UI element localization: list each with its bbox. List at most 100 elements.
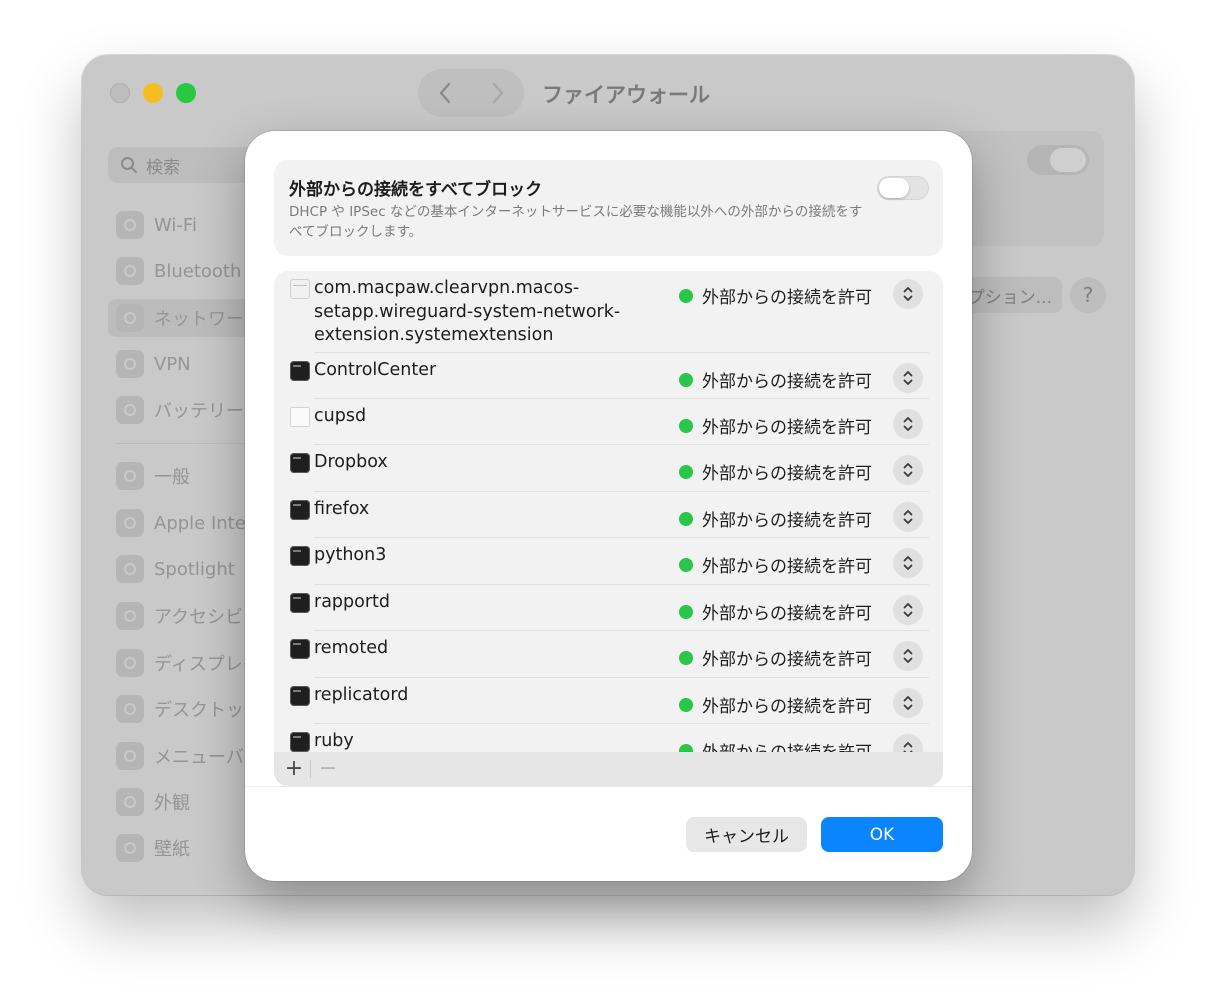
- sidebar-search-field[interactable]: 検索: [108, 147, 268, 183]
- cancel-button[interactable]: キャンセル: [686, 817, 807, 852]
- firewall-toggle[interactable]: [1027, 145, 1089, 175]
- app-row[interactable]: remoted 外部からの接続を許可: [274, 631, 943, 678]
- app-row[interactable]: ControlCenter 外部からの接続を許可: [274, 353, 943, 399]
- sun-icon: [116, 649, 144, 677]
- chevron-up-down-icon: [903, 556, 913, 570]
- sidebar-item[interactable]: 壁紙: [108, 829, 258, 867]
- app-row[interactable]: Dropbox 外部からの接続を許可: [274, 445, 943, 492]
- status-dot-icon: [679, 557, 693, 572]
- status-popup-button[interactable]: [893, 409, 923, 439]
- status-popup-button[interactable]: [893, 688, 923, 718]
- back-button[interactable]: [418, 69, 471, 117]
- status-dot-icon: [679, 697, 693, 712]
- app-name: firefox: [314, 499, 370, 519]
- sheet-separator: [245, 786, 972, 787]
- app-row[interactable]: firefox 外部からの接続を許可: [274, 492, 943, 538]
- help-button[interactable]: ?: [1070, 277, 1106, 313]
- sidebar-item-label: 一般: [154, 467, 190, 488]
- sidebar-item[interactable]: ネットワーク: [108, 299, 258, 337]
- sidebar-item[interactable]: メニューバー: [108, 737, 258, 775]
- status-popup-button[interactable]: [893, 502, 923, 532]
- chevron-up-down-icon: [903, 371, 913, 385]
- sidebar-item[interactable]: Apple Intelligence: [108, 504, 258, 542]
- chevron-up-down-icon: [903, 603, 913, 617]
- options-button[interactable]: オプション...: [962, 277, 1062, 313]
- forward-button[interactable]: [471, 69, 524, 117]
- app-row[interactable]: python3 外部からの接続を許可: [274, 538, 943, 585]
- document-icon: [290, 407, 310, 427]
- zoom-window-button[interactable]: [176, 83, 196, 103]
- app-name: replicatord: [314, 685, 409, 705]
- block-all-card: 外部からの接続をすべてブロック DHCP や IPSec などの基本インターネッ…: [274, 160, 943, 256]
- sidebar-item[interactable]: Bluetooth: [108, 252, 258, 290]
- sidebar-item-label: バッテリー: [154, 401, 244, 422]
- status-popup-button[interactable]: [893, 279, 923, 309]
- add-app-button[interactable]: +: [282, 755, 306, 783]
- ok-button[interactable]: OK: [821, 817, 943, 852]
- gear-icon: [116, 462, 144, 490]
- extension-icon: [290, 279, 310, 299]
- app-name: ruby: [314, 731, 354, 751]
- block-all-switch[interactable]: [877, 176, 929, 200]
- sidebar-item[interactable]: 一般: [108, 457, 258, 495]
- app-row[interactable]: com.macpaw.clearvpn.macos-setapp.wiregua…: [274, 271, 943, 353]
- app-row[interactable]: rapportd 外部からの接続を許可: [274, 585, 943, 631]
- sidebar-item[interactable]: ディスプレイ: [108, 644, 258, 682]
- accessibility-icon: [116, 602, 144, 630]
- status-label: 外部からの接続を許可: [702, 418, 872, 438]
- sidebar-item[interactable]: 外観: [108, 783, 258, 821]
- sidebar-item[interactable]: Spotlight: [108, 550, 258, 588]
- sidebar-item[interactable]: Wi-Fi: [108, 206, 258, 244]
- status-popup-button[interactable]: [893, 363, 923, 393]
- block-all-description: DHCP や IPSec などの基本インターネットサービスに必要な機能以外への外…: [289, 204, 863, 240]
- wifi-icon: [116, 211, 144, 239]
- status-dot-icon: [679, 743, 693, 752]
- app-list-panel: com.macpaw.clearvpn.macos-setapp.wiregua…: [274, 271, 943, 786]
- footer-separator: [310, 760, 311, 778]
- sidebar-item[interactable]: バッテリー: [108, 391, 258, 429]
- status-popup-button[interactable]: [893, 455, 923, 485]
- terminal-exec-icon: [290, 732, 310, 752]
- remove-app-button[interactable]: −: [316, 755, 340, 783]
- connection-status: 外部からの接続を許可: [679, 413, 872, 438]
- dock-icon: [116, 695, 144, 723]
- sidebar-item[interactable]: VPN: [108, 345, 258, 383]
- status-popup-button[interactable]: [893, 595, 923, 625]
- status-popup-button[interactable]: [893, 641, 923, 671]
- sidebar-item[interactable]: アクセシビリティ: [108, 597, 258, 635]
- magnifier-icon: [116, 555, 144, 583]
- minimize-window-button[interactable]: [143, 83, 163, 103]
- sidebar-item[interactable]: デスクトップとDock: [108, 690, 258, 728]
- app-name: remoted: [314, 638, 389, 658]
- terminal-exec-icon: [290, 639, 310, 659]
- sidebar-item-label: Bluetooth: [154, 260, 242, 282]
- connection-status: 外部からの接続を許可: [679, 552, 872, 577]
- status-dot-icon: [679, 511, 693, 526]
- status-label: 外部からの接続を許可: [702, 557, 872, 577]
- connection-status: 外部からの接続を許可: [679, 506, 872, 531]
- status-label: 外部からの接続を許可: [702, 697, 872, 717]
- sidebar-item-label: アクセシビリティ: [154, 607, 258, 628]
- terminal-exec-icon: [290, 686, 310, 706]
- status-label: 外部からの接続を許可: [702, 650, 872, 670]
- app-row[interactable]: ruby 外部からの接続を許可: [274, 724, 943, 752]
- apple-intelligence-icon: [116, 509, 144, 537]
- chevron-up-down-icon: [903, 463, 913, 477]
- navigation-buttons: [418, 69, 524, 117]
- block-all-title: 外部からの接続をすべてブロック: [289, 180, 543, 200]
- chevron-left-icon: [439, 82, 450, 104]
- connection-status: 外部からの接続を許可: [679, 459, 872, 484]
- status-label: 外部からの接続を許可: [702, 738, 872, 752]
- connection-status: 外部からの接続を許可: [679, 692, 872, 717]
- sidebar-item-label: Spotlight: [154, 558, 235, 580]
- app-row[interactable]: replicatord 外部からの接続を許可: [274, 678, 943, 724]
- sidebar-item-label: 外観: [154, 793, 190, 814]
- app-row[interactable]: cupsd 外部からの接続を許可: [274, 399, 943, 445]
- app-list[interactable]: com.macpaw.clearvpn.macos-setapp.wiregua…: [274, 271, 943, 752]
- status-popup-button[interactable]: [893, 734, 923, 752]
- list-footer: + −: [274, 752, 943, 786]
- close-window-button[interactable]: [110, 83, 130, 103]
- status-popup-button[interactable]: [893, 548, 923, 578]
- window-title: ファイアウォール: [542, 83, 710, 107]
- status-label: 外部からの接続を許可: [702, 372, 872, 392]
